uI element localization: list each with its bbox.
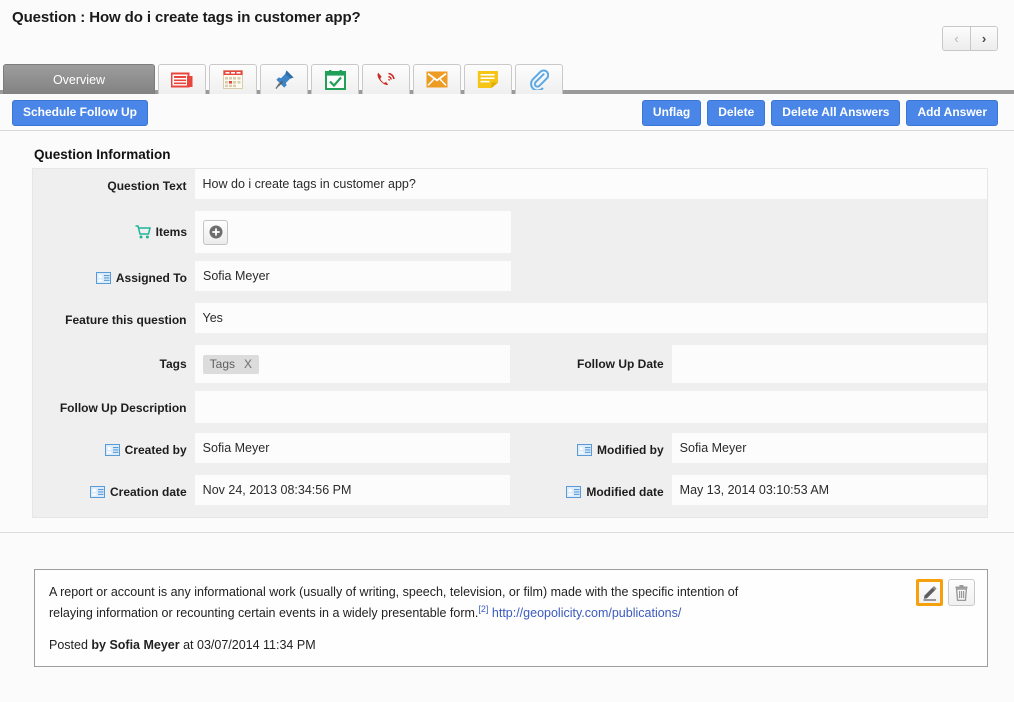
follow-up-description-label: Follow Up Description (59, 401, 187, 415)
question-information-form: Question Text How do i create tags in cu… (32, 168, 988, 518)
question-information-section: Question Information Question Text How d… (0, 131, 1014, 518)
assigned-to-label: Assigned To (33, 261, 195, 295)
news-icon (171, 71, 193, 89)
calendar-check-icon (324, 69, 346, 90)
phone-icon (375, 70, 397, 90)
modified-date-label: Modified date (510, 475, 672, 509)
tab-tasks[interactable] (311, 64, 359, 94)
edit-answer-button[interactable] (916, 579, 943, 606)
answer-posted-meta: Posted by Sofia Meyer at 03/07/2014 11:3… (49, 638, 971, 652)
field-row-follow-up-description: Follow Up Description (33, 391, 987, 425)
tag-pill[interactable]: Tags X (202, 354, 260, 374)
field-row-created-modified-by: Created by Sofia Meyer Modified by Sofia… (33, 433, 987, 467)
feature-this-question-value[interactable]: Yes (194, 303, 987, 333)
modified-date-value: May 13, 2014 03:10:53 AM (671, 475, 987, 505)
tags-label: Tags (159, 357, 187, 371)
paperclip-icon (529, 69, 549, 90)
answer-posted-suffix: at 03/07/2014 11:34 PM (179, 638, 316, 653)
tab-pinned[interactable] (260, 64, 308, 94)
note-icon (477, 70, 499, 89)
follow-up-date-value[interactable] (671, 345, 987, 383)
record-pager: ‹ › (942, 26, 998, 51)
tags-value[interactable]: Tags X (194, 345, 510, 383)
contact-card-icon (566, 486, 582, 498)
tab-calendar[interactable] (209, 64, 257, 94)
calendar-icon (223, 70, 243, 89)
field-row-tags-followup-date: Tags Tags X Follow Up Date (33, 345, 987, 383)
field-row-assigned-to: Assigned To Sofia Meyer (33, 261, 987, 295)
modified-date-label-text: Modified date (586, 485, 664, 499)
pushpin-icon (273, 69, 295, 90)
question-text-label: Question Text (107, 179, 187, 193)
field-row-question-text: Question Text How do i create tags in cu… (33, 169, 987, 203)
follow-up-description-value[interactable] (194, 391, 987, 423)
field-row-creation-modified-date: Creation date Nov 24, 2013 08:34:56 PM M… (33, 475, 987, 509)
tab-calls[interactable] (362, 64, 410, 94)
answer-text: A report or account is any informational… (49, 584, 739, 622)
answer-source-link[interactable]: http://geopolicity.com/publications/ (492, 606, 681, 620)
created-by-value: Sofia Meyer (194, 433, 510, 463)
page-title: Question : How do i create tags in custo… (12, 9, 361, 26)
modified-by-label-text: Modified by (597, 443, 664, 457)
creation-date-value: Nov 24, 2013 08:34:56 PM (194, 475, 510, 505)
answers-list: A report or account is any informational… (0, 533, 1014, 668)
tag-pill-remove-icon[interactable]: X (244, 357, 252, 371)
tab-overview-label: Overview (52, 72, 106, 87)
delete-answer-button[interactable] (948, 579, 975, 606)
items-value (195, 211, 511, 253)
assigned-to-label-text: Assigned To (115, 271, 187, 285)
unflag-button[interactable]: Unflag (641, 100, 702, 126)
action-bar-right-group: Unflag Delete Delete All Answers Add Ans… (641, 100, 998, 126)
assigned-to-value[interactable]: Sofia Meyer (195, 261, 511, 291)
created-by-label: Created by (33, 433, 195, 467)
feature-this-question-label: Feature this question (65, 313, 187, 327)
next-record-button[interactable]: › (970, 27, 997, 50)
question-text-value[interactable]: How do i create tags in customer app? (194, 169, 987, 199)
tab-bar: Overview (0, 60, 1014, 94)
envelope-icon (426, 71, 448, 88)
tag-pill-label: Tags (209, 356, 236, 371)
contact-card-icon (577, 444, 592, 456)
field-row-feature-this-question: Feature this question Yes (33, 303, 987, 337)
section-title: Question Information (34, 147, 171, 162)
add-answer-button[interactable]: Add Answer (906, 100, 998, 126)
items-label: Items (33, 211, 195, 253)
contact-card-icon (104, 444, 120, 456)
modified-by-value: Sofia Meyer (671, 433, 987, 463)
tab-notes[interactable] (464, 64, 512, 94)
contact-card-icon (95, 272, 111, 284)
page-header: Question : How do i create tags in custo… (0, 0, 1014, 52)
answer-card-tools (916, 579, 975, 606)
tab-news[interactable] (158, 64, 206, 94)
answer-card: A report or account is any informational… (34, 569, 988, 668)
modified-by-label: Modified by (510, 433, 672, 467)
delete-all-answers-button[interactable]: Delete All Answers (771, 100, 901, 126)
answer-posted-author: by Sofia Meyer (91, 638, 180, 653)
creation-date-label: Creation date (33, 475, 195, 509)
contact-card-icon (89, 486, 105, 498)
creation-date-label-text: Creation date (109, 485, 187, 499)
cart-icon (135, 225, 151, 239)
items-label-text: Items (155, 225, 187, 239)
tab-overview[interactable]: Overview (3, 64, 155, 94)
created-by-label-text: Created by (124, 443, 187, 457)
answer-citation[interactable]: [2] (478, 604, 488, 614)
action-bar: Schedule Follow Up Unflag Delete Delete … (0, 94, 1014, 131)
answer-posted-prefix: Posted (49, 638, 92, 653)
delete-button[interactable]: Delete (707, 100, 766, 126)
follow-up-date-label: Follow Up Date (577, 357, 664, 371)
previous-record-button[interactable]: ‹ (943, 27, 970, 50)
schedule-follow-up-button[interactable]: Schedule Follow Up (12, 100, 149, 126)
field-row-items: Items (33, 211, 987, 253)
add-item-button[interactable] (203, 219, 228, 245)
tab-emails[interactable] (413, 64, 461, 94)
tab-attachments[interactable] (515, 64, 563, 94)
